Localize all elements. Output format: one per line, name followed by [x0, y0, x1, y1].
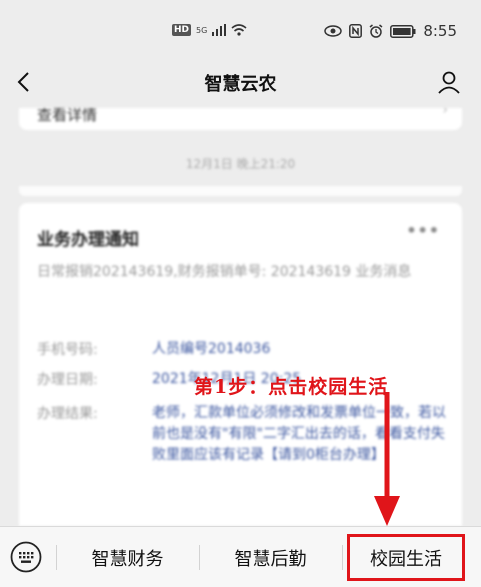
hd-badge: HD — [172, 24, 192, 36]
previous-message-card[interactable]: 查看详情 › — [19, 108, 462, 130]
status-right-icons: 8:55 — [324, 22, 457, 40]
row-label: 办理结果: — [37, 406, 98, 422]
row-value: 人员编号2014036 — [152, 341, 271, 357]
page-title: 智慧云农 — [204, 74, 277, 95]
step-annotation: 第1步：点击校园生活 — [194, 376, 389, 398]
arrow-down-icon — [374, 392, 400, 526]
row-label: 办理日期: — [37, 372, 98, 388]
menu-tab-smart-logistics[interactable]: 智慧后勤 — [199, 527, 342, 587]
network-type: 5G — [196, 25, 208, 35]
notice-title: 业务办理通知 — [37, 230, 139, 250]
nfc-icon — [349, 24, 363, 38]
menu-tab-smart-finance[interactable]: 智慧财务 — [56, 527, 199, 587]
nav-bar: 智慧云农 — [0, 62, 481, 108]
status-bar: HD 5G 8:55 — [0, 0, 481, 62]
card-edge — [19, 186, 462, 196]
status-left-icons: HD 5G — [172, 24, 247, 36]
signal-icon — [212, 24, 227, 36]
message-timestamp: 12月1日 晚上21:20 — [185, 157, 296, 171]
message-list: 查看详情 › 12月1日 晚上21:20 业务办理通知 ••• 日常报销2021… — [0, 108, 481, 526]
notice-description: 日常报销202143619,财务报销单号: 202143619 业务消息 — [37, 264, 412, 280]
profile-icon[interactable] — [437, 70, 461, 94]
wifi-icon — [231, 24, 247, 36]
menu-divider — [342, 545, 343, 570]
row-label: 手机号码: — [37, 342, 98, 358]
bottom-menu: 智慧财务 智慧后勤 校园生活 — [0, 526, 481, 587]
view-details-link[interactable]: 查看详情 — [37, 108, 97, 125]
more-options-icon[interactable]: ••• — [406, 221, 440, 240]
row-value: 老师，汇款单位必须修改和发票单位一致，若以前也是没有"有限"二字汇出去的话，看看… — [152, 405, 446, 463]
eye-icon — [324, 25, 343, 37]
menu-tab-campus-life[interactable]: 校园生活 — [347, 534, 465, 581]
chevron-right-icon: › — [442, 108, 448, 118]
keyboard-icon[interactable] — [10, 541, 42, 573]
status-time: 8:55 — [423, 22, 457, 40]
battery-icon — [390, 24, 416, 38]
alarm-icon — [369, 24, 383, 38]
